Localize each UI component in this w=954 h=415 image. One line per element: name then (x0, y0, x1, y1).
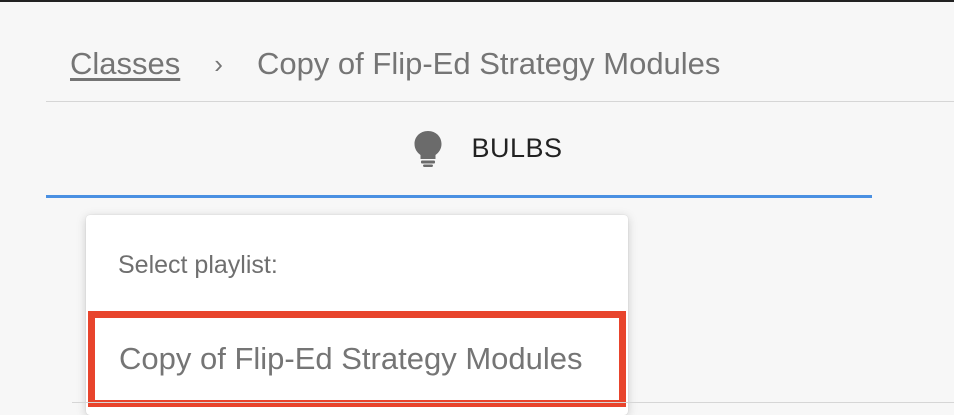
breadcrumb: Classes › Copy of Flip-Ed Strategy Modul… (70, 42, 720, 86)
bulb-icon (414, 130, 442, 167)
playlist-option[interactable]: Copy of Flip-Ed Strategy Modules (88, 311, 626, 407)
tab-bulbs-content: BULBS (413, 130, 562, 168)
breadcrumb-classes-link[interactable]: Classes (70, 46, 180, 82)
breadcrumb-separator: › (214, 48, 223, 79)
tab-bulbs[interactable]: BULBS (46, 102, 872, 198)
dropdown-title: Select playlist: (118, 251, 278, 279)
playlist-dropdown: Select playlist: Copy of Flip-Ed Strateg… (86, 215, 628, 415)
tab-bulbs-label: BULBS (471, 133, 563, 163)
content-divider (72, 402, 954, 403)
breadcrumb-current-page: Copy of Flip-Ed Strategy Modules (256, 46, 721, 81)
